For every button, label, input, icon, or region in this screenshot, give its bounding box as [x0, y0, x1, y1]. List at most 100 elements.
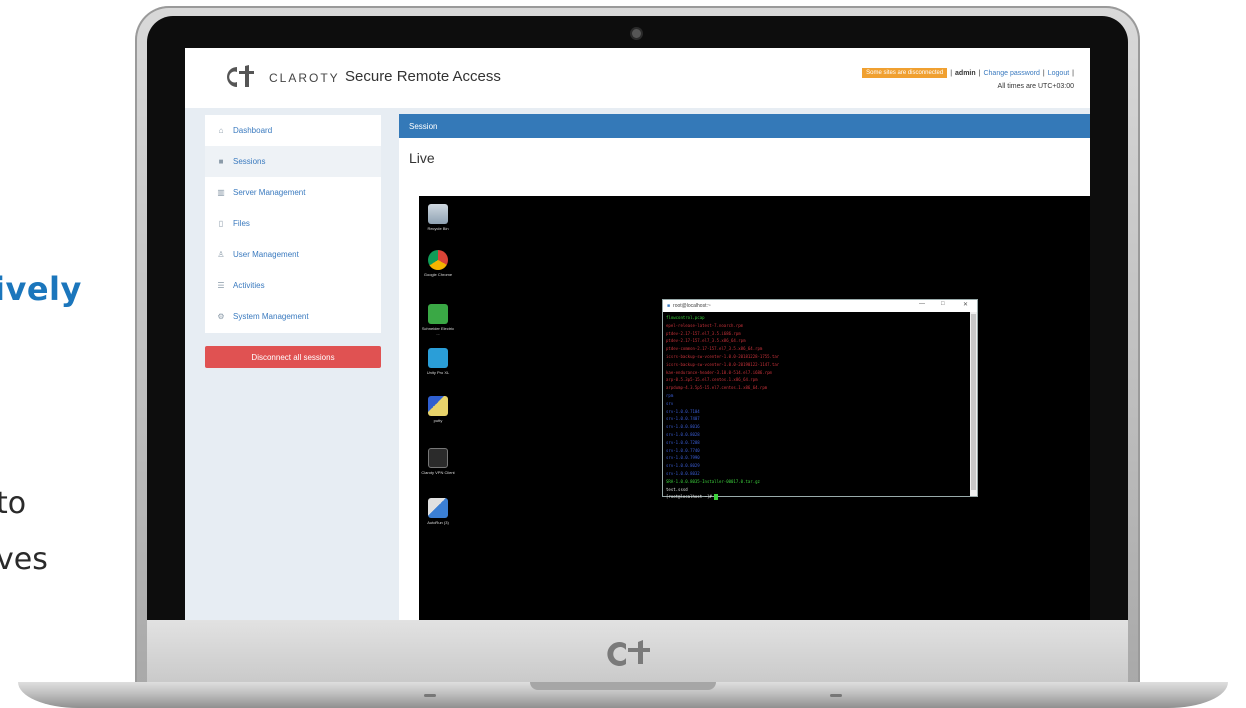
desktop-icon-label: Unity Pro XL — [426, 370, 450, 375]
sidebar-item-activities[interactable]: ☰ Activities — [205, 270, 381, 301]
autorun-icon — [428, 498, 448, 518]
terminal-titlebar[interactable]: ■ root@localhost:~ — [663, 300, 977, 312]
home-icon: ⌂ — [218, 126, 224, 135]
unity-pro-icon — [428, 348, 448, 368]
camera-icon — [632, 29, 641, 38]
background-headline: ively — [0, 270, 82, 308]
maximize-icon[interactable]: □ — [941, 301, 945, 307]
terminal-line: ptdev-common-2.17-157.el7_3.5.x86_64.rpm — [666, 346, 763, 352]
background-text-line-1: to — [0, 486, 27, 521]
terminal-scrollbar[interactable] — [970, 312, 977, 496]
terminal-line: icsrs-backup-sw-vcenter-1.0.0-20190122-1… — [666, 361, 780, 367]
terminal-line: epel-release-latest-7.noarch.rpm — [666, 322, 744, 328]
header-separator: | — [1042, 69, 1045, 77]
user-icon: ♙ — [217, 250, 225, 259]
laptop-foot — [830, 694, 842, 697]
gear-icon: ⚙ — [217, 312, 225, 321]
file-icon: ▯ — [218, 219, 224, 228]
building-icon: ▥ — [217, 188, 225, 197]
terminal-line: flowcontrol.pcap — [666, 315, 705, 320]
terminal-line: SRA-1.0.0.8035-Installer-00017.0.tar.gz — [666, 478, 760, 484]
header-separator: | — [950, 69, 953, 77]
terminal-window[interactable]: ■ root@localhost:~ — □ ✕ flowcontrol.pca… — [662, 299, 978, 501]
sidebar-item-label: Sessions — [233, 157, 266, 166]
desktop-icon-putty[interactable]: putty — [421, 396, 455, 423]
terminal-line: arpdump-4.3.5p5-15.el7.centos.1.x86_64.r… — [666, 385, 768, 391]
terminal-line: arp-0.5.3p5-15.el7.centos.1.x86_64.rpm — [666, 377, 758, 383]
video-icon: ■ — [218, 157, 224, 166]
change-password-link[interactable]: Change password — [983, 70, 1039, 77]
app-title: Secure Remote Access — [345, 68, 501, 85]
terminal-prompt: [root@localhost ~]# — [666, 494, 715, 500]
sidebar-item-label: Server Management — [233, 188, 306, 197]
terminal-line: srv-1.0.0.7104 — [666, 408, 700, 414]
laptop-base-notch — [530, 682, 716, 690]
sidebar-item-label: System Management — [233, 312, 309, 321]
page-title: Live — [409, 150, 435, 166]
desktop-icon-schneider-electric[interactable]: Schneider Electric ... — [421, 304, 455, 336]
desktop-icon-label: AutoRun (3) — [427, 520, 449, 525]
disconnected-sites-warning[interactable]: Some sites are disconnected — [862, 68, 948, 78]
terminal-icon: ■ — [667, 303, 671, 309]
disconnect-all-sessions-button[interactable]: Disconnect all sessions — [205, 346, 381, 368]
terminal-line: ptdev-2.17-157.el7_3.5.x86_64.rpm — [666, 338, 746, 344]
sidebar-item-system-management[interactable]: ⚙ System Management — [205, 301, 381, 332]
app-header: CLAROTY Secure Remote Access Some sites … — [185, 48, 1090, 108]
sidebar-item-label: Activities — [233, 281, 265, 290]
terminal-line: srv-1.0.0.8016 — [666, 424, 700, 430]
header-separator: | — [1072, 69, 1074, 77]
terminal-line: srv — [666, 400, 674, 406]
timezone-note: All times are UTC+03:00 — [997, 83, 1074, 90]
desktop-icon-label: Recycle Bin — [427, 226, 449, 231]
terminal-output: flowcontrol.pcap epel-release-latest-7.no… — [666, 314, 966, 501]
session-panel: Session Live Recycle Bin Google Chrome S… — [399, 114, 1090, 620]
recycle-bin-icon — [428, 204, 448, 224]
desktop-icon-autorun[interactable]: AutoRun (3) — [421, 498, 455, 525]
terminal-line: icsrs-backup-sw-vcenter-1.0.0-20181228-1… — [666, 353, 780, 359]
sidebar-item-sessions[interactable]: ■ Sessions — [205, 146, 381, 177]
terminal-line: srv-1.0.0.7990 — [666, 455, 700, 461]
header-account-area: Some sites are disconnected | admin | Ch… — [862, 68, 1074, 90]
logout-link[interactable]: Logout — [1048, 70, 1069, 77]
desktop-icon-unity-pro-xl[interactable]: Unity Pro XL — [421, 348, 455, 375]
terminal-scrollbar-thumb[interactable] — [971, 314, 976, 490]
claroty-logo-icon — [607, 640, 650, 666]
desktop-icon-claroty-vpn-client[interactable]: Claroty VPN Client — [421, 448, 455, 475]
sidebar-item-label: Dashboard — [233, 126, 273, 135]
user-name[interactable]: admin — [955, 70, 976, 77]
brand-logo-icon — [227, 65, 254, 87]
putty-icon — [428, 396, 448, 416]
minimize-icon[interactable]: — — [919, 301, 925, 307]
terminal-line: kae-endurance-header-3.10.0-514.el7.i686… — [666, 369, 772, 375]
sidebar-item-server-management[interactable]: ▥ Server Management — [205, 177, 381, 208]
terminal-title: root@localhost:~ — [673, 303, 711, 309]
terminal-prompt-line[interactable]: [root@localhost ~]# — [666, 493, 966, 501]
sidebar-item-dashboard[interactable]: ⌂ Dashboard — [205, 115, 381, 146]
terminal-line: ptdev-2.17-157.el7_3.5.i686.rpm — [666, 330, 741, 336]
tab-session[interactable]: Session — [399, 114, 1090, 138]
background-text-line-2: ves — [0, 542, 48, 577]
sidebar-item-label: User Management — [233, 250, 299, 259]
desktop-icon-google-chrome[interactable]: Google Chrome — [421, 250, 455, 277]
sidebar-item-label: Files — [233, 219, 250, 228]
list-icon: ☰ — [217, 281, 225, 290]
brand-name: CLAROTY — [269, 71, 340, 85]
sidebar-item-user-management[interactable]: ♙ User Management — [205, 239, 381, 270]
laptop-screen: CLAROTY Secure Remote Access Some sites … — [185, 48, 1090, 620]
sidebar: ⌂ Dashboard ■ Sessions ▥ Server Manageme… — [205, 115, 381, 333]
sidebar-item-files[interactable]: ▯ Files — [205, 208, 381, 239]
terminal-line: test.sssd — [666, 486, 688, 492]
remote-desktop-view[interactable]: Recycle Bin Google Chrome Schneider Elec… — [419, 196, 1090, 620]
desktop-icon-label: Google Chrome — [423, 272, 453, 277]
desktop-icon-label: Schneider Electric ... — [421, 326, 455, 336]
chrome-icon — [428, 250, 448, 270]
close-icon[interactable]: ✕ — [963, 301, 968, 308]
terminal-line: srv-1.0.0.8032 — [666, 470, 700, 476]
vpn-shield-icon — [428, 448, 448, 468]
terminal-line: srv-1.0.0.7407 — [666, 416, 700, 422]
laptop-foot — [424, 694, 436, 697]
desktop-icon-label: putty — [433, 418, 443, 423]
terminal-line: srv-1.0.0.7288 — [666, 439, 700, 445]
desktop-icon-recycle-bin[interactable]: Recycle Bin — [421, 204, 455, 231]
terminal-line: srv-1.0.0.8029 — [666, 463, 700, 469]
